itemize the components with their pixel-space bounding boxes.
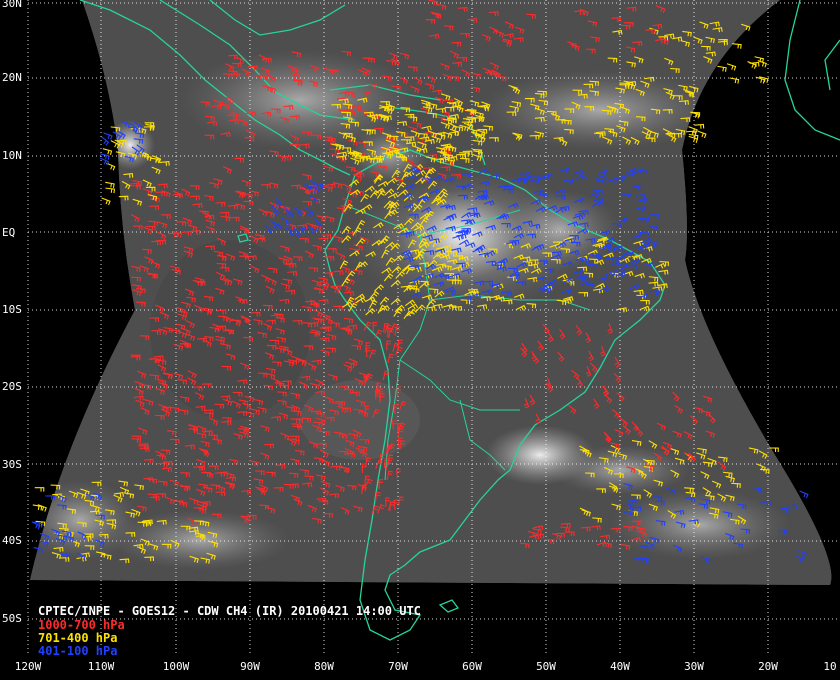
lat-label-30s: 30S	[2, 458, 22, 471]
lat-label-20s: 20S	[2, 380, 22, 393]
lat-label-10s: 10S	[2, 303, 22, 316]
product-title: CPTEC/INPE - GOES12 - CDW CH4 (IR) 20100…	[38, 604, 421, 618]
wind-barb	[32, 504, 43, 511]
map-canvas	[27, 0, 840, 655]
lat-label-eq: EQ	[2, 226, 16, 239]
wind-barb	[697, 130, 707, 139]
lon-label-80w: 80W	[314, 660, 334, 673]
wind-barb	[717, 65, 727, 72]
lat-label-50s: 50S	[2, 612, 22, 625]
legend-high-level: 401-100 hPa	[38, 644, 118, 658]
wind-barb	[726, 63, 737, 71]
satellite-wind-map: 30N 20N 10N EQ 10S 20S 30S 40S 50S 120W …	[0, 0, 840, 680]
wind-barb	[34, 487, 45, 492]
wind-barb	[688, 135, 699, 143]
lon-label-20w: 20W	[758, 660, 778, 673]
wind-barb	[799, 490, 809, 499]
lon-label-60w: 60W	[462, 660, 482, 673]
lon-label-120w: 120W	[14, 660, 42, 673]
lon-label-100w: 100W	[162, 660, 190, 673]
wind-barb	[694, 123, 705, 129]
lon-label-10: 10	[823, 660, 837, 673]
wind-barb	[105, 187, 116, 194]
wind-barb	[732, 43, 742, 49]
lat-label-40s: 40S	[2, 534, 22, 547]
lon-label-110w: 110W	[87, 660, 115, 673]
lon-label-70w: 70W	[388, 660, 408, 673]
lat-label-30n: 30N	[2, 0, 22, 10]
africa-coast	[784, 0, 840, 141]
lat-label-10n: 10N	[2, 149, 22, 162]
wind-barb	[729, 77, 740, 84]
lon-label-90w: 90W	[240, 660, 260, 673]
wind-barb	[105, 181, 115, 188]
lon-label-50w: 50W	[536, 660, 556, 673]
wind-barb	[101, 136, 110, 146]
wind-barb	[102, 148, 113, 156]
lon-label-40w: 40W	[610, 660, 630, 673]
wind-barb	[101, 197, 111, 206]
lat-label-20n: 20N	[2, 71, 22, 84]
lon-label-30w: 30W	[684, 660, 704, 673]
